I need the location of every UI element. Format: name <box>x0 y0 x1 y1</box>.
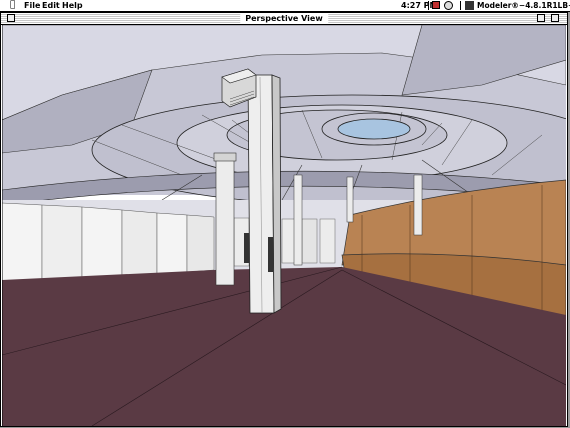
column <box>215 159 235 286</box>
column-capital <box>213 152 237 162</box>
menu-file[interactable]: File <box>24 0 40 11</box>
balloon-help-icon[interactable] <box>432 1 440 9</box>
window-title-bar[interactable]: Perspective View <box>1 13 567 25</box>
menubar-separator <box>460 1 461 10</box>
perspective-view-window: Perspective View <box>0 12 568 427</box>
menubar-separator <box>428 1 429 10</box>
collapse-box-icon[interactable] <box>551 14 559 22</box>
apple-menu-icon[interactable]:  <box>10 0 15 11</box>
column <box>413 174 423 236</box>
3d-viewport[interactable] <box>2 25 566 426</box>
application-menu[interactable]: Modeler®−4.8.1R1LB−PPC <box>477 0 570 11</box>
rendered-scene <box>2 25 566 426</box>
main-column-side <box>271 74 282 314</box>
window-title: Perspective View <box>240 13 328 24</box>
menu-bar:  File Edit Help 4:27 PM Modeler®−4.8.1R… <box>0 0 570 12</box>
zoom-box-icon[interactable] <box>537 14 545 22</box>
menu-edit[interactable]: Edit <box>42 0 60 11</box>
close-box-icon[interactable] <box>7 14 15 22</box>
skylight <box>337 118 411 140</box>
application-icon[interactable] <box>465 1 474 10</box>
column <box>346 176 354 223</box>
column-vent <box>268 237 273 272</box>
menu-help[interactable]: Help <box>62 0 83 11</box>
column-vent <box>244 233 249 263</box>
column <box>293 174 303 266</box>
finder-icon[interactable] <box>444 1 453 10</box>
